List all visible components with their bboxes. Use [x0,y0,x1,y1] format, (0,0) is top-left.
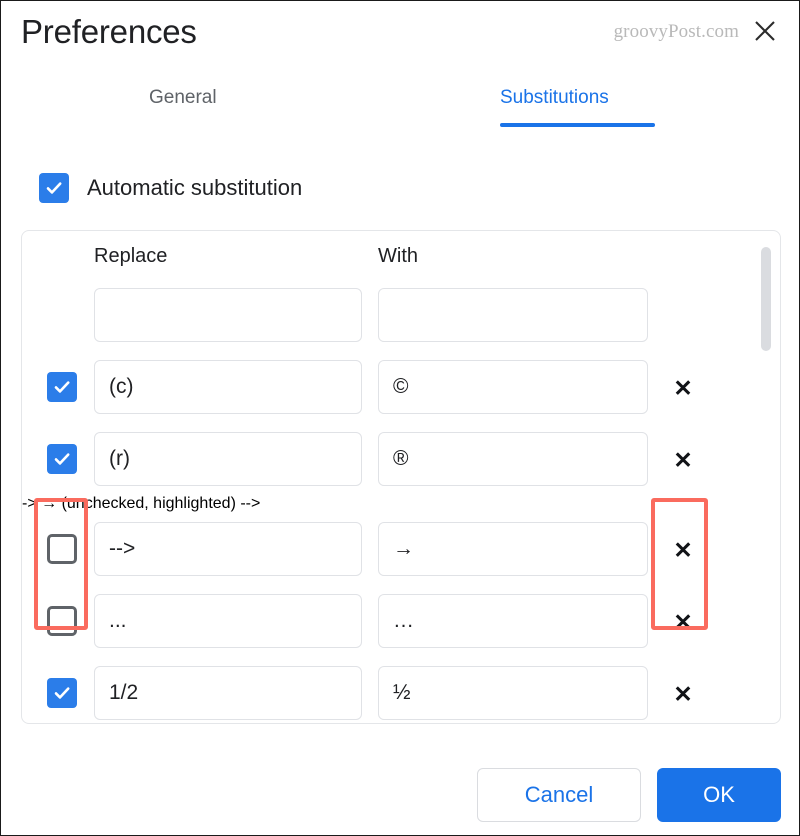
row-with-input[interactable]: → [378,522,648,576]
automatic-substitution-label: Automatic substitution [87,175,303,200]
tab-general[interactable]: General [149,87,217,121]
table-column-headers: Replace With [22,245,780,277]
new-replace-input[interactable] [94,288,362,342]
close-icon[interactable] [751,17,779,45]
table-scrollbar-thumb[interactable] [761,247,771,351]
row-delete-icon[interactable]: ✕ [668,445,698,475]
table-scrollbar-track[interactable] [761,235,776,721]
row-enabled-checkbox[interactable] [47,372,77,402]
row-checkbox-wrap [47,534,77,564]
preferences-dialog: Preferences groovyPost.com General Subst… [0,0,800,836]
new-with-input[interactable] [378,288,648,342]
row-delete-icon[interactable]: ✕ [668,679,698,709]
ok-button[interactable]: OK [657,768,781,822]
page-title: Preferences [21,13,197,50]
row-with-input[interactable]: … [378,594,648,648]
row-enabled-checkbox[interactable] [47,606,77,636]
automatic-substitution-checkbox[interactable] [39,173,69,203]
table-row: ... … ✕ [22,585,780,657]
automatic-substitution-row[interactable]: Automatic substitution [39,173,302,203]
substitutions-table: Replace With (c) © ✕ (r) ® ✕ -> → (unche… [21,230,781,724]
tab-substitutions[interactable]: Substitutions [500,87,609,121]
row-replace-input[interactable]: 1/2 [94,666,362,720]
row-replace-input[interactable]: ... [94,594,362,648]
row-replace-input[interactable]: (c) [94,360,362,414]
row-checkbox-wrap [47,678,77,708]
table-row: (r) ® ✕ [22,423,780,495]
row-delete-icon[interactable]: ✕ [668,373,698,403]
dialog-header: Preferences groovyPost.com [1,1,799,69]
table-row: 1/2 ½ ✕ [22,657,780,723]
row-replace-input[interactable]: (r) [94,432,362,486]
row-with-input[interactable]: ½ [378,666,648,720]
row-replace-input[interactable]: --> [94,522,362,576]
table-row-new [22,279,780,351]
column-header-with: With [378,245,418,267]
cancel-button[interactable]: Cancel [477,768,641,822]
row-with-input[interactable]: © [378,360,648,414]
row-with-input[interactable]: ® [378,432,648,486]
row-checkbox-wrap [47,372,77,402]
watermark: groovyPost.com [613,21,739,42]
table-row: (c) © ✕ [22,351,780,423]
row-delete-icon[interactable]: ✕ [668,607,698,637]
row-delete-icon[interactable]: ✕ [668,535,698,565]
row-checkbox-wrap [47,606,77,636]
tab-bar: General Substitutions [1,87,799,133]
column-header-replace: Replace [94,245,168,267]
row-checkbox-wrap [47,444,77,474]
table-row: --> → ✕ [22,513,780,585]
row-enabled-checkbox[interactable] [47,534,77,564]
tab-active-indicator [500,123,655,127]
row-enabled-checkbox[interactable] [47,678,77,708]
dialog-footer: Cancel OK [1,745,799,835]
table-rows: (c) © ✕ (r) ® ✕ -> → (unchecked, highlig… [22,279,780,723]
row-enabled-checkbox[interactable] [47,444,77,474]
